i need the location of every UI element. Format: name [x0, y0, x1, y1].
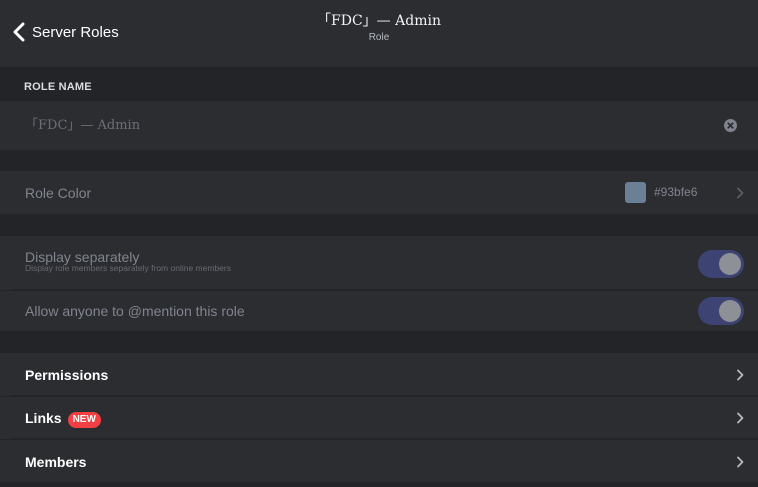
divider: [12, 395, 758, 396]
links-label-group: Links NEW: [25, 410, 101, 428]
chevron-right-icon: [737, 187, 744, 199]
role-settings-screen: Server Roles 「FDC」— Admin Role ROLE NAME…: [0, 0, 758, 487]
role-name-input[interactable]: [25, 116, 705, 131]
toggle-knob: [719, 300, 741, 322]
links-row[interactable]: Links NEW: [0, 397, 758, 439]
allow-mention-row: Allow anyone to @mention this role: [0, 291, 758, 331]
divider: [12, 438, 758, 439]
display-separately-toggle[interactable]: [698, 250, 744, 278]
role-color-row[interactable]: Role Color #93bfe6: [0, 171, 758, 214]
links-label: Links: [25, 410, 62, 426]
back-button[interactable]: Server Roles: [12, 19, 119, 45]
role-color-label: Role Color: [25, 185, 92, 201]
header-title-block: 「FDC」— Admin Role: [229, 12, 529, 45]
members-label: Members: [25, 454, 87, 470]
role-name-section-label: ROLE NAME: [24, 81, 92, 93]
color-swatch[interactable]: [625, 182, 646, 203]
allow-mention-toggle[interactable]: [698, 297, 744, 325]
page-title: 「FDC」— Admin: [317, 13, 441, 29]
chevron-right-icon: [737, 412, 744, 424]
display-separately-row: Display separately Display role members …: [0, 236, 758, 290]
display-separately-description: Display role members separately from onl…: [25, 263, 231, 273]
clear-icon[interactable]: [724, 119, 737, 132]
members-row[interactable]: Members: [0, 440, 758, 482]
permissions-label: Permissions: [25, 367, 109, 383]
role-name-field-row: [0, 101, 758, 150]
toggle-knob: [719, 253, 741, 275]
divider: [12, 289, 758, 290]
chevron-left-icon: [13, 22, 25, 42]
page-subtitle: Role: [368, 32, 390, 43]
chevron-right-icon: [737, 369, 744, 381]
allow-mention-label: Allow anyone to @mention this role: [25, 303, 245, 319]
role-color-hex: #93bfe6: [654, 185, 698, 199]
permissions-row[interactable]: Permissions: [0, 353, 758, 396]
chevron-right-icon: [737, 456, 744, 468]
back-label: Server Roles: [32, 23, 119, 41]
header-bar: Server Roles 「FDC」— Admin Role: [0, 0, 758, 67]
new-badge: NEW: [67, 412, 101, 428]
